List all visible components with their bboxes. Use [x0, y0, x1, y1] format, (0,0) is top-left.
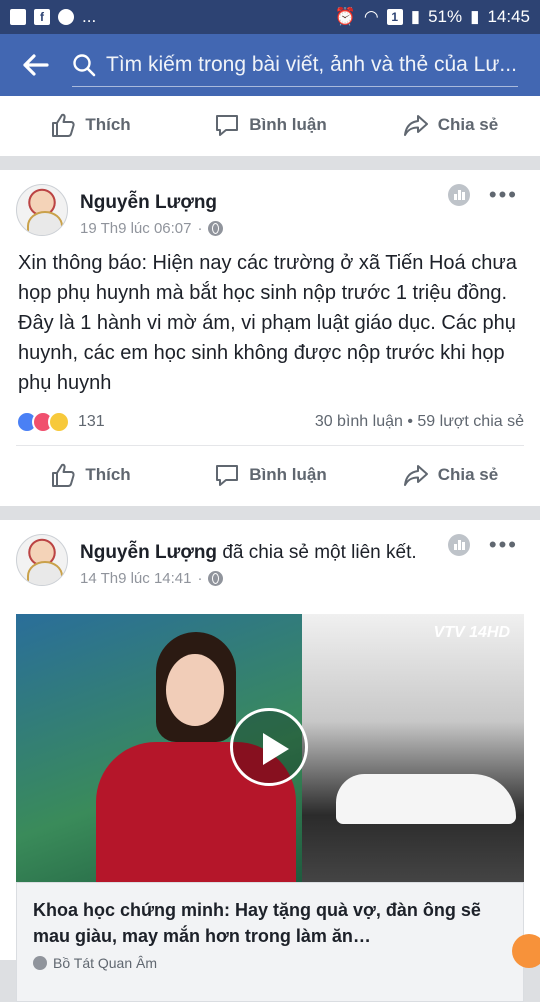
comment-icon: [216, 465, 239, 486]
avatar[interactable]: [16, 534, 68, 586]
post-time[interactable]: 19 Th9 lúc 06:07: [80, 220, 191, 237]
post-header: Nguyễn Lượng 19 Th9 lúc 06:07 · •••: [0, 170, 540, 248]
comment-count[interactable]: 30 bình luận: [315, 413, 403, 430]
share-button[interactable]: Chia sẻ: [360, 111, 540, 139]
thumbs-up-icon: [52, 113, 75, 137]
reaction-count[interactable]: 131: [78, 413, 105, 431]
globe-icon: [208, 221, 224, 236]
status-bar: f ... ⏰ ◠ 1 ▮ 51% ▮ 14:45: [0, 0, 540, 34]
previous-post-actions: Thích Bình luận Chia sẻ: [0, 96, 540, 156]
messenger-icon: [58, 9, 74, 25]
source-icon: [33, 956, 47, 970]
wow-reaction-icon: [48, 410, 70, 433]
post-header: Nguyễn Lượng đã chia sẻ một liên kết. 14…: [0, 520, 540, 598]
car-image: [336, 774, 516, 824]
share-label: Chia sẻ: [437, 115, 499, 134]
battery-icon: ▮: [470, 7, 480, 26]
network-badge: 1: [386, 9, 403, 25]
post-card: Nguyễn Lượng 19 Th9 lúc 06:07 · ••• Xin …: [0, 170, 540, 506]
comment-icon: [216, 115, 239, 136]
search-field[interactable]: Tìm kiếm trong bài viết, ảnh và thẻ của …: [72, 43, 518, 87]
status-dots: ...: [82, 7, 97, 26]
back-arrow-icon: [23, 54, 49, 76]
wifi-icon: ◠: [363, 7, 379, 26]
search-header: Tìm kiếm trong bài viết, ảnh và thẻ của …: [0, 34, 540, 96]
author-name[interactable]: Nguyễn Lượng: [80, 542, 217, 563]
link-source-name: Bồ Tát Quan Âm: [53, 955, 158, 971]
comment-button[interactable]: Bình luận: [180, 461, 360, 489]
like-button[interactable]: Thích: [0, 111, 180, 139]
play-icon[interactable]: [230, 708, 308, 786]
comment-label: Bình luận: [249, 465, 327, 484]
signal-icon: ▮: [410, 7, 421, 26]
like-label: Thích: [85, 115, 131, 134]
search-icon: [73, 53, 96, 76]
back-button[interactable]: [0, 34, 72, 96]
post-meta: 19 Th9 lúc 06:07 ·: [80, 220, 224, 237]
insights-icon[interactable]: [448, 184, 470, 206]
facebook-icon: f: [34, 9, 50, 25]
meta-dot: ·: [197, 570, 203, 587]
comment-label: Bình luận: [249, 115, 327, 134]
floating-link-icon[interactable]: [512, 934, 540, 968]
insights-icon[interactable]: [448, 534, 470, 556]
search-placeholder: Tìm kiếm trong bài viết, ảnh và thẻ của …: [106, 52, 517, 76]
image-icon: [10, 9, 26, 25]
share-button[interactable]: Chia sẻ: [360, 461, 540, 489]
post-meta: 14 Th9 lúc 14:41 ·: [80, 570, 224, 587]
alarm-icon: ⏰: [334, 7, 356, 26]
battery-percent: 51%: [428, 7, 463, 26]
share-icon: [403, 465, 428, 486]
comment-button[interactable]: Bình luận: [180, 111, 360, 139]
post-time[interactable]: 14 Th9 lúc 14:41: [80, 570, 191, 587]
more-options-icon[interactable]: •••: [489, 182, 518, 208]
share-label: Chia sẻ: [437, 465, 499, 484]
author-name[interactable]: Nguyễn Lượng: [80, 192, 217, 213]
stats-separator: •: [407, 412, 413, 430]
post-actions: Thích Bình luận Chia sẻ: [0, 446, 540, 504]
avatar[interactable]: [16, 184, 68, 236]
channel-logo: VTV 14HD: [433, 624, 510, 641]
link-title: Khoa học chứng minh: Hay tặng quà vợ, đà…: [33, 900, 481, 946]
shared-link-post-card: Nguyễn Lượng đã chia sẻ một liên kết. 14…: [0, 520, 540, 1002]
link-preview[interactable]: Khoa học chứng minh: Hay tặng quà vợ, đà…: [16, 882, 524, 1002]
more-options-icon[interactable]: •••: [489, 532, 518, 558]
post-action-text: đã chia sẻ một liên kết.: [222, 542, 417, 563]
globe-icon: [208, 571, 224, 586]
thumbs-up-icon: [52, 463, 75, 487]
clock: 14:45: [487, 7, 530, 26]
like-label: Thích: [85, 465, 131, 484]
link-source: Bồ Tát Quan Âm: [33, 955, 507, 971]
post-text: Xin thông báo: Hiện nay các trường ở xã …: [18, 252, 517, 394]
share-icon: [403, 115, 428, 136]
like-button[interactable]: Thích: [0, 461, 180, 489]
video-thumbnail[interactable]: VTV 14HD: [16, 614, 524, 882]
share-count[interactable]: 59 lượt chia sẻ: [417, 413, 524, 430]
reactions-summary: 131 30 bình luận • 59 lượt chia sẻ: [16, 398, 524, 446]
meta-dot: ·: [197, 220, 203, 237]
